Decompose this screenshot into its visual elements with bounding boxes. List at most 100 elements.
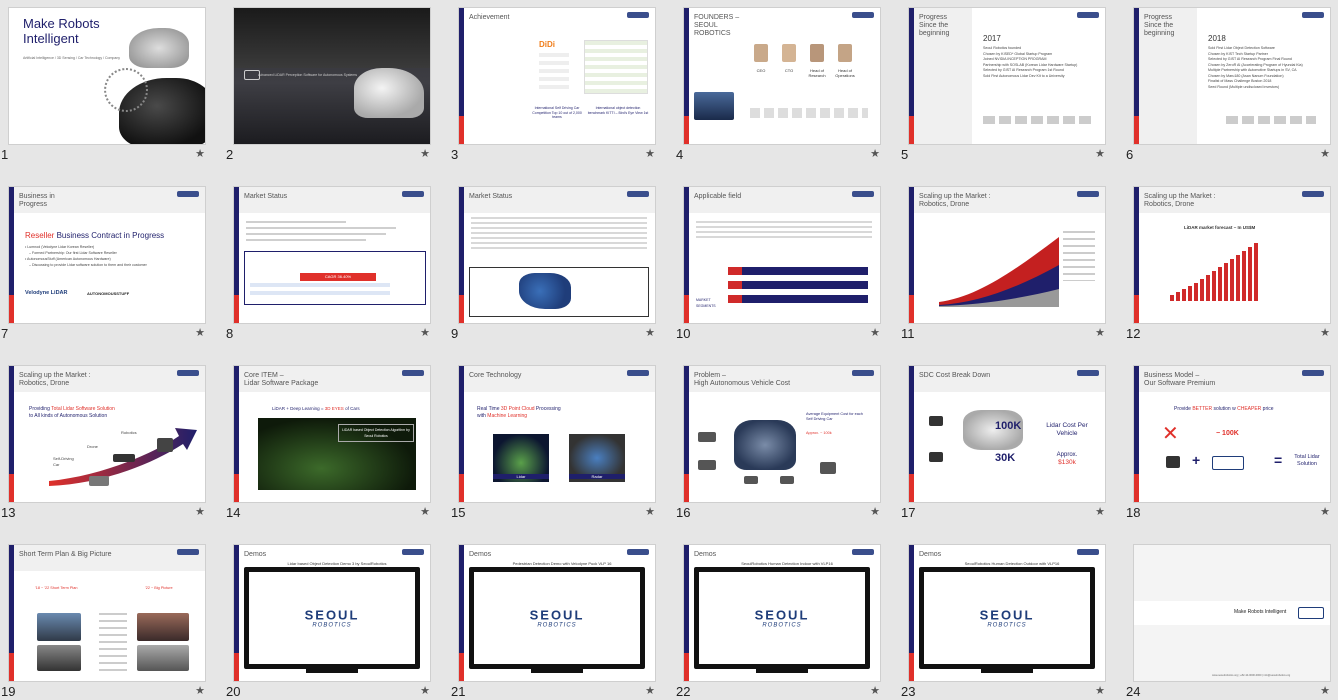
slide-thumbnail-8[interactable]: Market Status CAGR 36.40% 8 ★ (226, 187, 430, 341)
slide-thumbnail-7[interactable]: Business in Progress Reseller Business C… (1, 187, 205, 341)
slide-number: 10 (676, 326, 691, 341)
slide-6[interactable]: Progress Since the beginning 2018 Sold F… (1134, 8, 1330, 144)
slide-9[interactable]: Market Status (459, 187, 655, 323)
accent-bar (909, 545, 914, 653)
star-icon[interactable]: ★ (1320, 326, 1330, 339)
monitor-stand (756, 669, 808, 673)
slide-thumbnail-11[interactable]: Scaling up the Market : Robotics, Drone 1… (901, 187, 1105, 341)
slide-4[interactable]: FOUNDERS – SEOUL ROBOTICS CEO CTO Head o… (684, 8, 880, 144)
seoul-robotics-logo-icon (1302, 370, 1324, 376)
slide-23[interactable]: Demos SEOUL ROBOTICS SeoulRobotics Human … (909, 545, 1105, 681)
video-monitor[interactable]: SEOUL ROBOTICS (919, 567, 1095, 669)
seoul-robotics-logo-icon (177, 549, 199, 555)
star-icon[interactable]: ★ (645, 684, 655, 697)
slide-24[interactable]: Make Robots Intelligent www.seoulrobotic… (1134, 545, 1330, 681)
slide-12[interactable]: Scaling up the Market : Robotics, Drone L… (1134, 187, 1330, 323)
star-icon[interactable]: ★ (645, 147, 655, 160)
slide-1[interactable]: Make Robots Intelligent Artificial Intell… (9, 8, 205, 144)
slide-thumbnail-16[interactable]: Problem – High Autonomous Vehicle Cost Av… (676, 366, 880, 520)
slide-headline: Provide BETTER solution w CHEAPER price (1174, 406, 1274, 412)
parking-photo (137, 645, 189, 671)
slide-thumbnail-24[interactable]: Make Robots Intelligent www.seoulrobotic… (1126, 545, 1330, 699)
star-icon[interactable]: ★ (1095, 147, 1105, 160)
slide-headline: LiDAR + Deep Learning = 3D EYES of Cars (272, 406, 360, 411)
segment-row (728, 267, 868, 275)
car-photo (37, 645, 81, 671)
slide-thumbnail-5[interactable]: Progress Since the beginning 2017 Seoul … (901, 8, 1105, 162)
star-icon[interactable]: ★ (870, 505, 880, 518)
slide-15[interactable]: Core Technology Real Time 3D Point Cloud… (459, 366, 655, 502)
star-icon[interactable]: ★ (195, 505, 205, 518)
area-chart (939, 237, 1059, 307)
slide-number: 15 (451, 505, 466, 520)
star-icon[interactable]: ★ (870, 147, 880, 160)
slide-thumbnail-12[interactable]: Scaling up the Market : Robotics, Drone L… (1126, 187, 1330, 341)
founder-photo (754, 44, 768, 62)
star-icon[interactable]: ★ (195, 684, 205, 697)
partner-logos (750, 108, 868, 118)
slide-thumbnail-20[interactable]: Demos SEOUL ROBOTICS Lidar based Object D… (226, 545, 430, 699)
slide-3[interactable]: Achievement DiDi International Self Driv… (459, 8, 655, 144)
star-icon[interactable]: ★ (1095, 684, 1105, 697)
star-icon[interactable]: ★ (1320, 684, 1330, 697)
slide-thumbnail-13[interactable]: Scaling up the Market : Robotics, Drone P… (1, 366, 205, 520)
slide-thumbnail-23[interactable]: Demos SEOUL ROBOTICS SeoulRobotics Human … (901, 545, 1105, 699)
slide-22[interactable]: Demos SEOUL ROBOTICS SeoulRobotics Human … (684, 545, 880, 681)
slide-17[interactable]: SDC Cost Break Down 100K 30K Lidar Cost … (909, 366, 1105, 502)
slide-thumbnail-9[interactable]: Market Status 9 ★ (451, 187, 655, 341)
slide-18[interactable]: Business Model – Our Software Premium Pro… (1134, 366, 1330, 502)
star-icon[interactable]: ★ (420, 147, 430, 160)
slide-21[interactable]: Demos SEOUL ROBOTICS Pedestrian Detection… (459, 545, 655, 681)
video-monitor[interactable]: SEOUL ROBOTICS (244, 567, 420, 669)
accent-bar-red (9, 474, 14, 502)
slide-thumbnail-15[interactable]: Core Technology Real Time 3D Point Cloud… (451, 366, 655, 520)
slide-7[interactable]: Business in Progress Reseller Business C… (9, 187, 205, 323)
slide-thumbnail-10[interactable]: Applicable field MARKET SEGMENTS 10 ★ (676, 187, 880, 341)
slide-20[interactable]: Demos SEOUL ROBOTICS Lidar based Object D… (234, 545, 430, 681)
star-icon[interactable]: ★ (1095, 505, 1105, 518)
star-icon[interactable]: ★ (195, 326, 205, 339)
star-icon[interactable]: ★ (195, 147, 205, 160)
slide-19[interactable]: Short Term Plan & Big Picture '18 ~ '22 … (9, 545, 205, 681)
slide-2[interactable]: Advanced LiDAR Perception Software for A… (234, 8, 430, 144)
star-icon[interactable]: ★ (1320, 147, 1330, 160)
approx-label: Approx. (1056, 452, 1078, 458)
star-icon[interactable]: ★ (870, 684, 880, 697)
slide-thumbnail-1[interactable]: Make Robots Intelligent Artificial Intell… (1, 8, 205, 162)
seoul-robotics-logo-icon (1298, 607, 1324, 619)
slide-8[interactable]: Market Status CAGR 36.40% (234, 187, 430, 323)
slide-thumbnail-17[interactable]: SDC Cost Break Down 100K 30K Lidar Cost … (901, 366, 1105, 520)
slide-thumbnail-4[interactable]: FOUNDERS – SEOUL ROBOTICS CEO CTO Head o… (676, 8, 880, 162)
drone-image (113, 454, 135, 462)
car-diagram-image (734, 420, 796, 470)
seoul-robotics-logo-icon (1077, 191, 1099, 197)
slide-16[interactable]: Problem – High Autonomous Vehicle Cost Av… (684, 366, 880, 502)
video-monitor[interactable]: SEOUL ROBOTICS (469, 567, 645, 669)
star-icon[interactable]: ★ (1320, 505, 1330, 518)
slide-thumbnail-3[interactable]: Achievement DiDi International Self Driv… (451, 8, 655, 162)
slide-5[interactable]: Progress Since the beginning 2017 Seoul … (909, 8, 1105, 144)
robot-image (157, 438, 173, 452)
star-icon[interactable]: ★ (1095, 326, 1105, 339)
slide-11[interactable]: Scaling up the Market : Robotics, Drone (909, 187, 1105, 323)
slide-thumbnail-18[interactable]: Business Model – Our Software Premium Pro… (1126, 366, 1330, 520)
slide-thumbnail-14[interactable]: Core ITEM – Lidar Software Package LiDAR … (226, 366, 430, 520)
slide-thumbnail-2[interactable]: Advanced LiDAR Perception Software for A… (226, 8, 430, 162)
video-monitor[interactable]: SEOUL ROBOTICS (694, 567, 870, 669)
star-icon[interactable]: ★ (645, 326, 655, 339)
slide-13[interactable]: Scaling up the Market : Robotics, Drone P… (9, 366, 205, 502)
star-icon[interactable]: ★ (420, 505, 430, 518)
slide-thumbnail-19[interactable]: Short Term Plan & Big Picture '18 ~ '22 … (1, 545, 205, 699)
slide-14[interactable]: Core ITEM – Lidar Software Package LiDAR … (234, 366, 430, 502)
slide-10[interactable]: Applicable field MARKET SEGMENTS (684, 187, 880, 323)
slide-title: Demos (469, 551, 492, 558)
slide-thumbnail-6[interactable]: Progress Since the beginning 2018 Sold F… (1126, 8, 1330, 162)
star-icon[interactable]: ★ (645, 505, 655, 518)
star-icon[interactable]: ★ (870, 326, 880, 339)
star-icon[interactable]: ★ (420, 326, 430, 339)
segment-tag (728, 267, 742, 303)
cost-approx: Approx. ~ 100k (806, 431, 832, 435)
slide-thumbnail-22[interactable]: Demos SEOUL ROBOTICS SeoulRobotics Human … (676, 545, 880, 699)
star-icon[interactable]: ★ (420, 684, 430, 697)
slide-thumbnail-21[interactable]: Demos SEOUL ROBOTICS Pedestrian Detection… (451, 545, 655, 699)
